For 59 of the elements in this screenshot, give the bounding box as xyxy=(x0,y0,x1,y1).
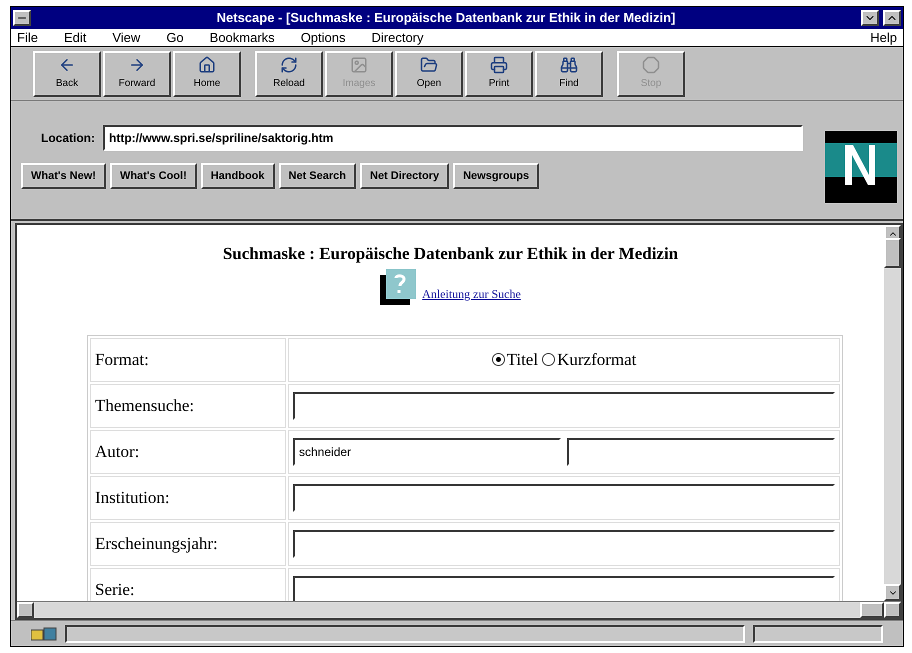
system-menu-button[interactable] xyxy=(13,10,31,26)
page-heading: Suchmaske : Europäische Datenbank zur Ethik in der Medizin xyxy=(222,243,678,265)
location-field[interactable]: http://www.spri.se/spriline/saktorig.htm xyxy=(103,125,803,151)
binoculars-icon xyxy=(560,56,578,74)
radio-label: Kurzformat xyxy=(557,348,636,371)
toolbar-button[interactable]: Forward xyxy=(103,50,171,96)
directory-button[interactable]: What's Cool! xyxy=(110,163,197,189)
menu-item[interactable]: Go xyxy=(164,28,186,48)
window-title: Netscape - [Suchmaske : Europäische Datenbank zur Ethik in der Medizin] xyxy=(216,9,676,28)
field-label: Format: xyxy=(95,350,149,368)
menu-item[interactable]: Directory xyxy=(370,28,426,48)
image-icon xyxy=(350,56,368,74)
toolbar-button[interactable]: Back xyxy=(33,50,101,96)
forward-arrow-icon xyxy=(128,56,146,74)
field-label: Themensuche: xyxy=(95,396,194,414)
scroll-left-button[interactable] xyxy=(17,602,34,618)
toolbar-button[interactable]: Find xyxy=(535,50,603,96)
horizontal-scrollbar[interactable] xyxy=(17,601,901,618)
maximize-button[interactable] xyxy=(883,10,901,26)
location-label: Location: xyxy=(41,130,95,147)
directory-button[interactable]: What's New! xyxy=(21,163,106,189)
menu-item[interactable]: View xyxy=(110,28,142,48)
input-field[interactable] xyxy=(293,576,835,601)
input-field[interactable]: schneider xyxy=(293,438,561,466)
scroll-right-button[interactable] xyxy=(884,602,901,618)
menu-item[interactable]: Options xyxy=(298,28,348,48)
scroll-down-button[interactable] xyxy=(884,584,901,601)
field-label: Autor: xyxy=(95,442,140,460)
menu-item[interactable]: Help xyxy=(868,28,899,48)
field-label: Institution: xyxy=(95,488,170,506)
directory-button[interactable]: Newsgroups xyxy=(453,163,540,189)
radio-button[interactable] xyxy=(542,353,556,366)
house-icon xyxy=(198,56,216,74)
vertical-scrollbar[interactable] xyxy=(884,225,901,601)
radio-label: Titel xyxy=(506,348,538,371)
radio-button[interactable] xyxy=(492,353,505,366)
directory-button[interactable]: Net Directory xyxy=(360,163,450,189)
directory-button[interactable]: Net Search xyxy=(278,163,356,189)
field-label: Serie: xyxy=(95,580,135,598)
toolbar-button[interactable]: Reload xyxy=(255,50,323,96)
folder-icon xyxy=(420,56,438,74)
toolbar-button[interactable]: Open xyxy=(395,50,463,96)
help-book-icon xyxy=(380,268,418,304)
directory-button[interactable]: Handbook xyxy=(200,163,275,189)
stop-icon xyxy=(642,56,660,74)
help-link[interactable]: Anleitung zur Suche xyxy=(422,284,521,302)
scroll-thumb[interactable] xyxy=(860,602,884,618)
menu-item[interactable]: Bookmarks xyxy=(208,28,277,48)
printer-icon xyxy=(490,56,508,74)
menu-item[interactable]: File xyxy=(15,28,40,48)
toolbar-button[interactable]: Home xyxy=(173,50,241,96)
netscape-logo xyxy=(825,131,897,203)
scroll-thumb[interactable] xyxy=(884,238,901,268)
menu-item[interactable]: Edit xyxy=(62,28,88,48)
field-label: Erscheinungsjahr: xyxy=(95,534,218,552)
reload-icon xyxy=(280,56,298,74)
toolbar-button[interactable]: Print xyxy=(465,50,533,96)
security-key-icon xyxy=(31,626,57,640)
minimize-button[interactable] xyxy=(861,10,879,26)
